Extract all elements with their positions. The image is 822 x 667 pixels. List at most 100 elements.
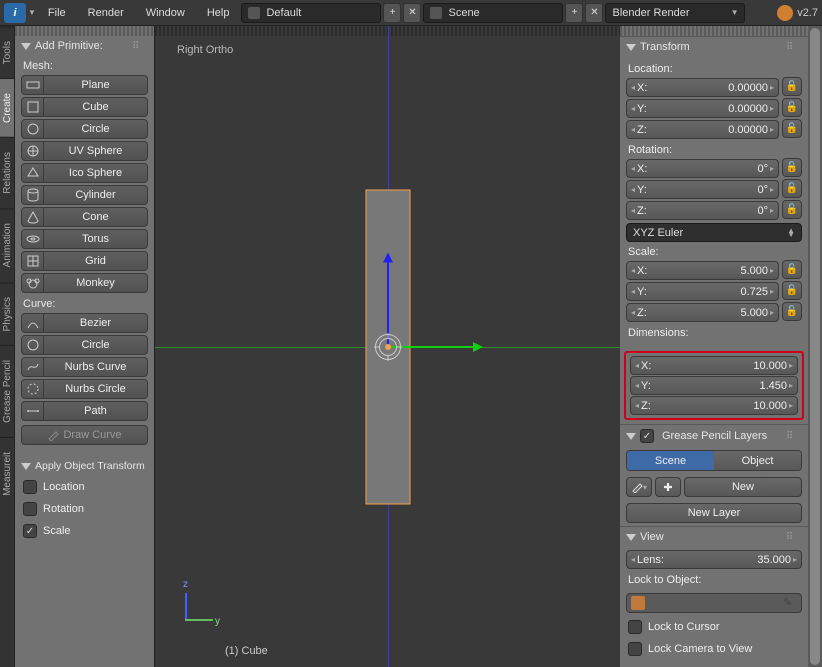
tool-bezier[interactable]: Bezier	[21, 313, 148, 333]
rotation-y-field[interactable]: ◂Y:0°▸	[626, 180, 779, 199]
apply-rotation-check[interactable]: Rotation	[15, 498, 154, 520]
location-x-field[interactable]: ◂X:0.00000▸	[626, 78, 779, 97]
grease-check-icon[interactable]: ✓	[640, 429, 654, 443]
lock-scale-z[interactable]: 🔓	[782, 302, 802, 321]
rotation-mode-dropdown[interactable]: XYZ Euler▲▼	[626, 223, 802, 242]
main-area: Tools Create Relations Animation Physics…	[0, 26, 822, 667]
tool-grid[interactable]: Grid	[21, 251, 148, 271]
menu-window[interactable]: Window	[136, 3, 195, 23]
location-y-field[interactable]: ◂Y:0.00000▸	[626, 99, 779, 118]
info-editor-button[interactable]: i	[4, 3, 26, 23]
lock-location-z[interactable]: 🔓	[782, 119, 802, 138]
properties-n-panel: Transform ⠿ Location: ◂X:0.00000▸🔓 ◂Y:0.…	[620, 26, 808, 667]
tool-path[interactable]: Path	[21, 401, 148, 421]
screen-layout-dropdown[interactable]: Default	[241, 3, 381, 23]
tool-bezier-label: Bezier	[44, 317, 147, 329]
lens-field[interactable]: ◂Lens:35.000▸	[626, 550, 802, 569]
lock-location-x[interactable]: 🔓	[782, 77, 802, 96]
vtab-create[interactable]: Create	[0, 78, 14, 137]
vtab-relations[interactable]: Relations	[0, 137, 14, 208]
apply-location-check[interactable]: Location	[15, 476, 154, 498]
header-grip-icon: ⠿	[786, 532, 802, 543]
tool-grid-label: Grid	[44, 255, 147, 267]
rotation-x-field[interactable]: ◂X:0°▸	[626, 159, 779, 178]
tool-curve-circle[interactable]: Circle	[21, 335, 148, 355]
vtab-tools[interactable]: Tools	[0, 26, 14, 78]
location-z-field[interactable]: ◂Z:0.00000▸	[626, 120, 779, 139]
lock-cursor-check[interactable]: Lock to Cursor	[620, 616, 808, 638]
scale-x-field[interactable]: ◂X:5.000▸	[626, 261, 779, 280]
scene-dropdown[interactable]: Scene	[423, 3, 563, 23]
scrollbar-thumb[interactable]	[810, 28, 820, 665]
tool-uvsphere[interactable]: UV Sphere	[21, 141, 148, 161]
lock-scale-x[interactable]: 🔓	[782, 260, 802, 279]
3d-viewport[interactable]: Right Ortho z y (1) Cube	[155, 26, 620, 667]
scene-remove-button[interactable]: ✕	[585, 3, 603, 23]
tool-torus[interactable]: Torus	[21, 229, 148, 249]
vtab-animation[interactable]: Animation	[0, 208, 14, 281]
tool-icosphere[interactable]: Ico Sphere	[21, 163, 148, 183]
grease-add-button[interactable]: ✚	[655, 477, 681, 497]
grease-header[interactable]: ✓ Grease Pencil Layers ⠿	[620, 424, 808, 447]
vtab-measureit[interactable]: Measureit	[0, 437, 14, 510]
lock-rotation-z[interactable]: 🔓	[782, 200, 802, 219]
menu-file[interactable]: File	[38, 3, 76, 23]
tool-plane[interactable]: Plane	[21, 75, 148, 95]
tool-cylinder-label: Cylinder	[44, 189, 147, 201]
layout-remove-button[interactable]: ✕	[403, 3, 421, 23]
lock-location-y[interactable]: 🔓	[782, 98, 802, 117]
menu-render[interactable]: Render	[78, 3, 134, 23]
lock-camera-check[interactable]: Lock Camera to View	[620, 638, 808, 660]
tool-circle[interactable]: Circle	[21, 119, 148, 139]
grease-object-button[interactable]: Object	[714, 451, 801, 470]
lock-scale-y[interactable]: 🔓	[782, 281, 802, 300]
scale-z-field[interactable]: ◂Z:5.000▸	[626, 303, 779, 322]
grease-source-segment: Scene Object	[626, 450, 802, 471]
layout-name: Default	[266, 7, 301, 19]
npanel-grip[interactable]	[620, 26, 808, 36]
apply-location-label: Location	[43, 481, 85, 493]
engine-dropdown[interactable]: Blender Render ▼	[605, 3, 745, 23]
vtab-grease-pencil[interactable]: Grease Pencil	[0, 345, 14, 437]
lock-object-field[interactable]: ✎	[626, 593, 802, 613]
tool-cube[interactable]: Cube	[21, 97, 148, 117]
viewport-footer-label: (1) Cube	[225, 645, 268, 657]
npanel-scrollbar[interactable]	[808, 26, 822, 667]
tool-cylinder[interactable]: Cylinder	[21, 185, 148, 205]
eyedropper-icon[interactable]: ✎	[783, 596, 797, 610]
version-label: v2.7	[797, 7, 818, 19]
panel-grip[interactable]	[15, 26, 154, 36]
info-dropdown-icon[interactable]: ▼	[28, 8, 36, 17]
transform-header[interactable]: Transform ⠿	[620, 36, 808, 57]
scale-label: Scale:	[626, 242, 802, 260]
rotation-z-field[interactable]: ◂Z:0°▸	[626, 201, 779, 220]
dimension-y-field[interactable]: ◂Y:1.450▸	[630, 376, 798, 395]
right-region: Transform ⠿ Location: ◂X:0.00000▸🔓 ◂Y:0.…	[620, 26, 822, 667]
add-primitive-header[interactable]: Add Primitive: ⠿	[15, 36, 154, 56]
tool-cone[interactable]: Cone	[21, 207, 148, 227]
grease-scene-button[interactable]: Scene	[627, 451, 714, 470]
menu-help[interactable]: Help	[197, 3, 240, 23]
monkey-icon	[22, 274, 44, 292]
tool-nurbs-circle[interactable]: Nurbs Circle	[21, 379, 148, 399]
tool-nurbs-curve[interactable]: Nurbs Curve	[21, 357, 148, 377]
tool-monkey[interactable]: Monkey	[21, 273, 148, 293]
header-grip-icon: ⠿	[786, 431, 802, 442]
lock-rotation-x[interactable]: 🔓	[782, 158, 802, 177]
tool-circle-label: Circle	[44, 123, 147, 135]
dimension-x-field[interactable]: ◂X:10.000▸	[630, 356, 798, 375]
scale-y-field[interactable]: ◂Y:0.725▸	[626, 282, 779, 301]
view-header[interactable]: View ⠿	[620, 526, 808, 547]
operator-header[interactable]: Apply Object Transform	[15, 456, 154, 476]
layout-add-button[interactable]: +	[383, 3, 401, 23]
apply-scale-check[interactable]: Scale	[15, 520, 154, 542]
grease-new-layer-button[interactable]: New Layer	[626, 503, 802, 523]
dimension-z-field[interactable]: ◂Z:10.000▸	[630, 396, 798, 415]
lock-rotation-y[interactable]: 🔓	[782, 179, 802, 198]
tool-draw-curve[interactable]: Draw Curve	[21, 425, 148, 445]
scene-add-button[interactable]: +	[565, 3, 583, 23]
disclosure-icon	[626, 433, 636, 440]
grease-new-button[interactable]: New	[684, 477, 802, 497]
grease-palette-button[interactable]: ▾	[626, 477, 652, 497]
vtab-physics[interactable]: Physics	[0, 282, 14, 345]
